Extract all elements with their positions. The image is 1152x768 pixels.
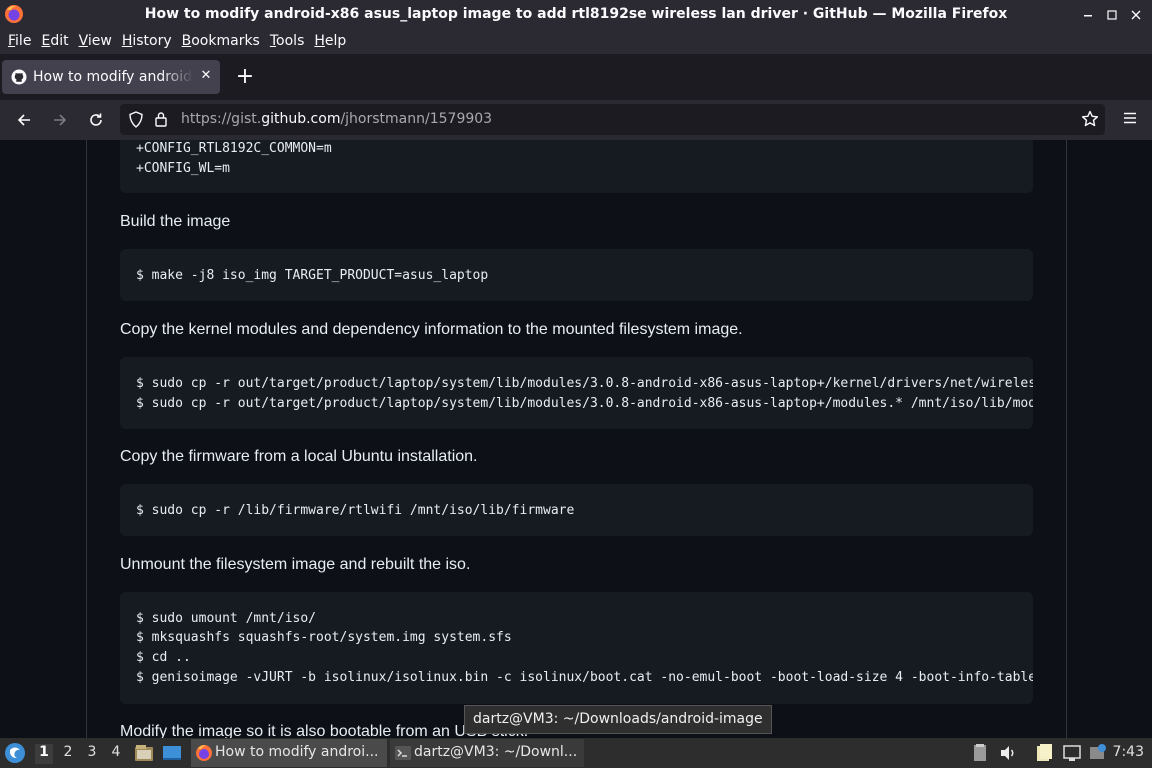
network-icon[interactable] [1063, 743, 1081, 763]
shield-icon [129, 111, 143, 128]
menu-history-mnemonic: H [121, 33, 133, 49]
back-button[interactable] [12, 108, 36, 132]
menu-file[interactable]: File [3, 30, 36, 54]
taskbar-task-firefox[interactable]: How to modify androi... [191, 739, 387, 767]
url-domain: github.com [261, 111, 341, 127]
clipboard-icon[interactable] [971, 743, 989, 763]
back-arrow-icon [17, 114, 30, 126]
menu-file-label: ile [15, 33, 32, 49]
taskbar-task-label: dartz@VM3: ~/Downl... [414, 744, 578, 760]
workspace-1[interactable]: 1 [35, 744, 53, 764]
start-menu-icon[interactable] [4, 742, 26, 764]
window-title: How to modify android-x86 asus_laptop im… [144, 6, 1008, 22]
taskbar-task-label: How to modify androi... [215, 744, 379, 760]
menu-bookmarks-label: ookmarks [191, 33, 260, 49]
minimize-icon [1084, 15, 1092, 17]
close-window-button[interactable] [1126, 5, 1146, 25]
menu-file-mnemonic: F [8, 33, 16, 49]
minimize-button[interactable] [1078, 5, 1098, 25]
menu-bookmarks[interactable]: Bookmarks [177, 30, 265, 54]
firefox-icon [196, 745, 212, 761]
code-block-build: $ make -j8 iso_img TARGET_PRODUCT=asus_l… [120, 249, 1033, 301]
terminal-icon [395, 746, 411, 760]
workspace-3[interactable]: 3 [83, 744, 101, 764]
volume-icon[interactable] [999, 743, 1017, 763]
code-line: $ sudo umount /mnt/iso/ [136, 611, 317, 626]
menu-view-mnemonic: V [78, 33, 88, 49]
taskbar: 1 2 3 4 How to modify androi... dartz@VM… [0, 738, 1152, 768]
tab-close-button[interactable]: ✕ [198, 68, 214, 84]
reload-icon [90, 113, 102, 126]
close-icon [1131, 10, 1141, 20]
code-line: $ sudo cp -r out/target/product/laptop/s… [136, 376, 1033, 391]
code-line: +CONFIG_WL=m [136, 161, 230, 176]
menu-edit-label: dit [50, 33, 69, 49]
paragraph-unmount: Unmount the filesystem image and rebuilt… [120, 556, 471, 573]
workspace-2[interactable]: 2 [59, 744, 77, 764]
code-line: +CONFIG_RTL8192C_COMMON=m [136, 141, 332, 156]
menu-help-mnemonic: H [314, 33, 325, 49]
url-bar[interactable]: https://gist.github.com/jhorstmann/15799… [120, 104, 1105, 135]
clock: 7:43 [1112, 744, 1144, 760]
github-icon [11, 69, 27, 85]
menu-bookmarks-mnemonic: B [181, 33, 192, 49]
code-line: $ sudo cp -r /lib/firmware/rtlwifi /mnt/… [136, 503, 575, 518]
paragraph-build: Build the image [120, 213, 231, 230]
web-page: +CONFIG_RTL8192C_COMMON=m +CONFIG_WL=m B… [0, 140, 1152, 738]
tab-active[interactable]: How to modify android-x86 asus_laptop im… [2, 60, 220, 94]
menu-help-label: elp [324, 33, 347, 49]
updates-icon[interactable] [1089, 743, 1107, 763]
navigation-toolbar: https://gist.github.com/jhorstmann/15799… [0, 100, 1152, 140]
url-prefix: https://gist. [181, 111, 262, 127]
maximize-icon [1107, 10, 1117, 20]
menu-tools-label: ools [276, 33, 305, 49]
paragraph-copy-modules: Copy the kernel modules and dependency i… [120, 321, 743, 338]
menu-help[interactable]: Help [309, 30, 351, 54]
maximize-button[interactable] [1102, 5, 1122, 25]
taskbar-tooltip: dartz@VM3: ~/Downloads/android-image [464, 705, 772, 734]
code-block-config: +CONFIG_RTL8192C_COMMON=m +CONFIG_WL=m [120, 140, 1033, 193]
workspace-4[interactable]: 4 [107, 744, 125, 764]
menu-tools[interactable]: Tools [265, 30, 310, 54]
code-block-unmount: $ sudo umount /mnt/iso/ $ mksquashfs squ… [120, 592, 1033, 704]
code-line: $ cd .. [136, 650, 191, 665]
taskbar-task-terminal[interactable]: dartz@VM3: ~/Downl... [390, 739, 584, 767]
code-line: $ genisoimage -vJURT -b isolinux/isolinu… [136, 670, 1033, 685]
bookmark-star-icon[interactable] [1081, 110, 1099, 128]
forward-button[interactable] [48, 108, 72, 132]
url-text: https://gist.github.com/jhorstmann/15799… [181, 111, 492, 127]
menu-edit-mnemonic: E [41, 33, 51, 49]
code-line: $ make -j8 iso_img TARGET_PRODUCT=asus_l… [136, 268, 489, 283]
show-desktop-icon[interactable] [161, 742, 183, 764]
menu-bar: File Edit View History Bookmarks Tools H… [0, 30, 1152, 54]
notes-icon[interactable] [1035, 743, 1053, 763]
lock-icon [155, 112, 167, 127]
forward-arrow-icon [54, 114, 67, 126]
paragraph-copy-firmware: Copy the firmware from a local Ubuntu in… [120, 448, 478, 465]
gist-article: +CONFIG_RTL8192C_COMMON=m +CONFIG_WL=m B… [86, 140, 1067, 738]
reload-button[interactable] [84, 108, 108, 132]
file-manager-icon[interactable] [133, 742, 155, 764]
menu-history-label: istory [132, 33, 172, 49]
menu-view[interactable]: View [74, 30, 117, 54]
menu-view-label: iew [87, 33, 112, 49]
code-line: $ mksquashfs squashfs-root/system.img sy… [136, 630, 512, 645]
tab-label: How to modify android-x86 asus_laptop im… [33, 69, 193, 85]
window-titlebar: How to modify android-x86 asus_laptop im… [0, 0, 1152, 30]
code-line: $ sudo cp -r out/target/product/laptop/s… [136, 396, 1033, 411]
code-block-copy-firmware: $ sudo cp -r /lib/firmware/rtlwifi /mnt/… [120, 484, 1033, 536]
new-tab-button[interactable]: + [234, 66, 256, 88]
menu-edit[interactable]: Edit [36, 30, 73, 54]
code-block-copy-modules: $ sudo cp -r out/target/product/laptop/s… [120, 357, 1033, 429]
menu-history[interactable]: History [117, 30, 177, 54]
hamburger-menu-icon[interactable] [1122, 110, 1138, 126]
url-path: /jhorstmann/1579903 [340, 111, 493, 127]
tab-bar: How to modify android-x86 asus_laptop im… [0, 54, 1152, 100]
